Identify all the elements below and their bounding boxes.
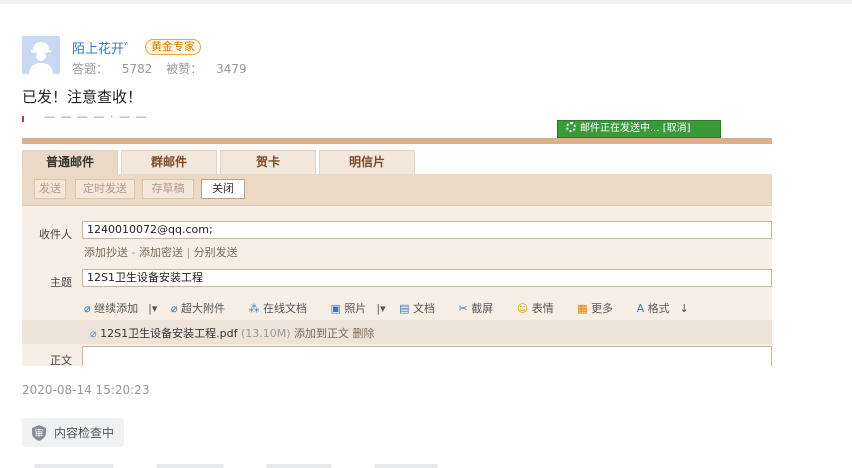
answers-count: 5782	[121, 62, 153, 76]
online-doc-tool: ⁂ 在线文档	[248, 302, 317, 315]
document-label: 文档	[413, 302, 436, 315]
attachment-toolbar: ⌀ 继续添加 |▾ ⌀ 超大附件 ⁂ 在线文档 ▣ 照片 |▾ ▤ 文档 ✂ 截屏 …	[84, 300, 699, 316]
user-stats: 答题： 5782 被赞： 3479	[72, 60, 247, 77]
large-attachment-tool: ⌀ 超大附件	[171, 302, 235, 315]
tab-postcard: 明信片	[319, 150, 415, 174]
online-doc-label: 在线文档	[262, 302, 307, 315]
share-icon: ⁂	[248, 302, 260, 315]
screenshot-tool: ✂ 截屏	[459, 302, 504, 315]
likes-label: 被赞：	[166, 62, 203, 76]
author-block: 陌上花开゛ 黄金专家 答题： 5782 被赞： 3479	[22, 36, 842, 77]
bottom-actions-cutoff	[30, 464, 850, 468]
large-attachment-label: 超大附件	[180, 302, 225, 315]
sending-status-text: 邮件正在发送中... [取消]	[580, 123, 691, 134]
loading-icon	[566, 122, 576, 132]
paperclip-icon: ⌀	[170, 302, 178, 315]
recipient-options: 添加抄送 - 添加密送 | 分别发送	[84, 246, 238, 259]
tab-normal-mail: 普通邮件	[22, 150, 118, 174]
attachment-item: ⌀ 12S1卫生设备安装工程.pdf (13.10M) 添加到正文 删除	[90, 325, 375, 341]
shield-icon: 审	[32, 424, 46, 441]
add-cc-link: 添加抄送	[84, 246, 128, 259]
action-stub	[266, 464, 332, 468]
rank-badge: 黄金专家	[145, 39, 202, 55]
mail-tabs: 普通邮件 群邮件 贺卡 明信片	[22, 150, 418, 174]
format-label: 格式	[647, 302, 670, 315]
more-label: 更多	[591, 302, 614, 315]
font-icon: A	[636, 302, 645, 315]
emoji-tool: ☺ 表情	[517, 302, 564, 315]
avatar[interactable]	[22, 36, 60, 74]
image-icon: ▣	[330, 302, 341, 315]
scissors-icon: ✂	[458, 302, 468, 315]
default-user-icon	[22, 36, 60, 74]
cropped-marker	[22, 116, 24, 122]
sending-status-bar: 邮件正在发送中... [取消]	[557, 120, 721, 138]
likes-stat: 被赞： 3479	[166, 62, 246, 76]
more-tool: ▦ 更多	[577, 302, 623, 315]
subject-label: 主题	[50, 276, 72, 289]
answers-label: 答题：	[72, 62, 109, 76]
recipient-field: 1240010072@qq.com;	[82, 221, 772, 239]
separate-send-link: 分别发送	[193, 246, 238, 259]
answer-timestamp: 2020-08-14 15:20:23	[22, 383, 150, 397]
answers-stat: 答题： 5782	[72, 62, 152, 76]
photo-label: 照片	[344, 302, 367, 315]
screenshot-label: 截屏	[471, 302, 494, 315]
add-more-label: 继续添加	[94, 302, 139, 315]
add-more-tool: ⌀ 继续添加 |▾	[84, 302, 158, 315]
grid-icon: ▦	[577, 302, 588, 315]
attachment-size: (13.10M)	[240, 327, 291, 340]
send-button: 发送	[34, 179, 66, 199]
compose-toolbar: 发送 定时发送 存草稿 关闭	[22, 174, 772, 206]
answer-text: 已发！注意查收！	[22, 88, 143, 106]
subject-field: 12S1卫生设备安装工程	[82, 269, 772, 287]
save-draft-button: 存草稿	[142, 179, 194, 199]
compose-panel: 发送 定时发送 存草稿 关闭 收件人 1240010072@qq.com; 添加…	[22, 174, 772, 366]
action-stub	[34, 464, 114, 468]
scheduled-send-button: 定时发送	[75, 179, 135, 199]
action-stub	[374, 464, 438, 468]
smiley-icon: ☺	[516, 302, 529, 315]
tab-greeting-card: 贺卡	[220, 150, 316, 174]
action-stub	[156, 464, 224, 468]
review-status-badge: 审 内容检查中	[22, 418, 125, 447]
likes-count: 3479	[216, 62, 247, 76]
emoji-label: 表情	[531, 302, 554, 315]
paperclip-icon: ⌀	[84, 302, 91, 315]
photo-tool: ▣ 照片 |▾	[330, 302, 386, 315]
username-link[interactable]: 陌上花开゛	[72, 38, 137, 57]
paperclip-icon: ⌀	[90, 327, 97, 340]
delete-attachment-link: 删除	[352, 327, 375, 340]
tab-group-mail: 群邮件	[121, 150, 217, 174]
body-label: 正文	[50, 354, 72, 366]
document-icon: ▤	[399, 302, 410, 315]
add-to-body-link: 添加到正文	[294, 327, 350, 340]
attachment-name: 12S1卫生设备安装工程.pdf	[100, 327, 238, 340]
review-status-text: 内容检查中	[54, 426, 115, 440]
format-tool: A 格式 ↓	[636, 302, 689, 315]
cropped-header-text: — — — — · — —	[44, 112, 148, 123]
add-bcc-link: 添加密送	[138, 246, 183, 259]
top-divider	[0, 0, 852, 4]
svg-text:审: 审	[34, 427, 43, 439]
mail-header-bar	[22, 138, 772, 144]
recipient-label: 收件人	[39, 228, 72, 241]
answer-card: 陌上花开゛ 黄金专家 答题： 5782 被赞： 3479	[22, 36, 842, 77]
attached-screenshot[interactable]: — — — — · — — 邮件正在发送中... [取消] 普通邮件 群邮件 贺…	[22, 112, 772, 366]
document-tool: ▤ 文档	[399, 302, 445, 315]
body-editor	[82, 346, 772, 366]
close-button: 关闭	[201, 179, 245, 199]
